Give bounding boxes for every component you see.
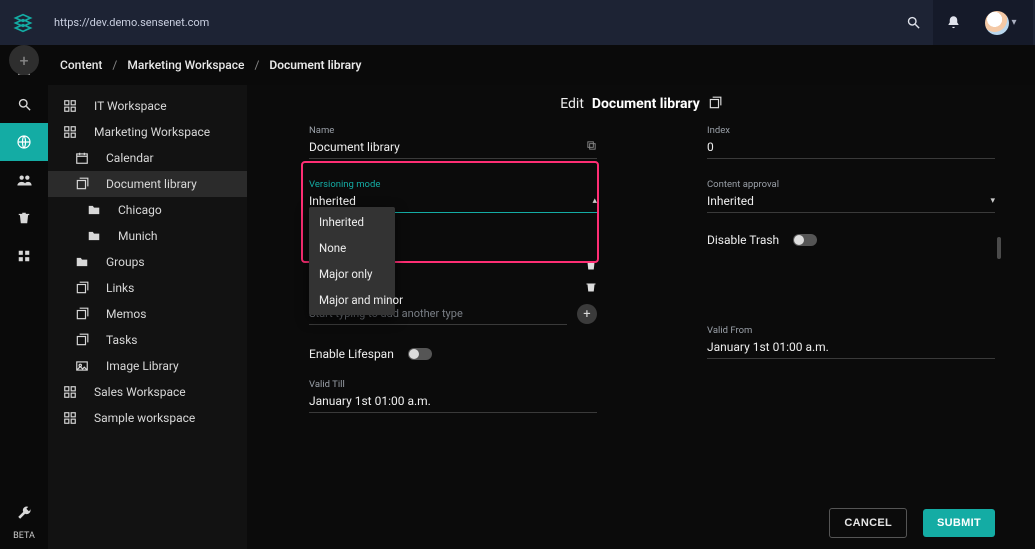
groups-rail[interactable] bbox=[0, 161, 48, 199]
field-name: Name Document library bbox=[309, 125, 597, 159]
folder-icon bbox=[74, 254, 90, 270]
field-valid-till: Valid Till January 1st 01:00 a.m. bbox=[309, 379, 597, 413]
tree-item-label: Chicago bbox=[118, 203, 162, 217]
valid-from-input[interactable]: January 1st 01:00 a.m. bbox=[707, 338, 995, 359]
tree-panel: IT Workspace Marketing Workspace Calendar D… bbox=[48, 85, 247, 549]
library-icon bbox=[74, 280, 90, 296]
library-icon bbox=[74, 332, 90, 348]
calendar-icon bbox=[74, 150, 90, 166]
disable-trash-toggle[interactable] bbox=[793, 234, 817, 246]
workspace-icon bbox=[62, 384, 78, 400]
enable-lifespan-toggle[interactable] bbox=[408, 348, 432, 360]
scrollbar-thumb[interactable] bbox=[997, 237, 1001, 259]
tree-item[interactable]: Image Library bbox=[48, 353, 247, 379]
opt-major-minor[interactable]: Major and minor bbox=[309, 287, 395, 313]
tree-item-label: Image Library bbox=[106, 359, 179, 373]
tree-item-label: Calendar bbox=[106, 151, 154, 165]
field-content-approval: Content approval Inherited ▾ bbox=[707, 179, 995, 213]
crumb-1[interactable]: Marketing Workspace bbox=[127, 58, 244, 72]
add-button[interactable]: + bbox=[9, 45, 39, 75]
content-panel: Edit Document library Name Document libr… bbox=[247, 85, 1035, 549]
image-icon bbox=[74, 358, 90, 374]
versioning-dropdown: Inherited None Major only Major and mino… bbox=[309, 207, 395, 315]
delete-icon[interactable] bbox=[585, 281, 597, 296]
add-type-button[interactable]: + bbox=[577, 304, 597, 324]
valid-till-input[interactable]: January 1st 01:00 a.m. bbox=[309, 392, 597, 413]
tree-item-label: Sales Workspace bbox=[94, 385, 186, 399]
settings-rail[interactable] bbox=[0, 493, 48, 531]
content-title: Edit Document library bbox=[247, 89, 1035, 119]
tree-item-label: Tasks bbox=[106, 333, 138, 347]
tree-item-label: Munich bbox=[118, 229, 158, 243]
opt-major[interactable]: Major only bbox=[309, 261, 395, 287]
tree-item[interactable]: Tasks bbox=[48, 327, 247, 353]
tree-item-label: Marketing Workspace bbox=[94, 125, 210, 139]
folder-icon bbox=[86, 202, 102, 218]
tree-item[interactable]: Groups bbox=[48, 249, 247, 275]
library-icon bbox=[74, 176, 90, 192]
chevron-down-icon: ▾ bbox=[990, 196, 995, 206]
tree-item[interactable]: Munich bbox=[48, 223, 247, 249]
workspace-icon bbox=[62, 410, 78, 426]
opt-none[interactable]: None bbox=[309, 235, 395, 261]
form-footer: CANCEL SUBMIT bbox=[247, 497, 1035, 549]
submit-button[interactable]: SUBMIT bbox=[923, 509, 995, 537]
apps-rail[interactable] bbox=[0, 237, 48, 275]
tree-item-label: IT Workspace bbox=[94, 99, 167, 113]
field-valid-from: Valid From January 1st 01:00 a.m. bbox=[707, 325, 995, 359]
workspace-icon bbox=[62, 98, 78, 114]
globe-rail[interactable] bbox=[0, 123, 48, 161]
tree-item-label: Document library bbox=[106, 177, 197, 191]
cancel-button[interactable]: CANCEL bbox=[829, 508, 907, 538]
beta-label: BETA bbox=[13, 531, 35, 541]
tree-item[interactable]: Chicago bbox=[48, 197, 247, 223]
field-index: Index 0 bbox=[707, 125, 995, 159]
url-text: https://dev.demo.sensenet.com bbox=[54, 16, 209, 29]
delete-icon[interactable] bbox=[585, 259, 597, 274]
field-versioning: Versioning mode Inherited ▴ Inherited No… bbox=[309, 179, 597, 213]
chevron-up-icon: ▴ bbox=[592, 196, 597, 206]
tree-item[interactable]: Memos bbox=[48, 301, 247, 327]
tree-item-label: Memos bbox=[106, 307, 146, 321]
avatar bbox=[985, 11, 1009, 35]
tree-item-label: Sample workspace bbox=[94, 411, 195, 425]
tree-item[interactable]: Links bbox=[48, 275, 247, 301]
disable-trash-row: Disable Trash bbox=[707, 233, 995, 247]
tree-item[interactable]: Document library bbox=[48, 171, 247, 197]
trash-rail[interactable] bbox=[0, 199, 48, 237]
tree-item[interactable]: Sample workspace bbox=[48, 405, 247, 431]
opt-inherited[interactable]: Inherited bbox=[309, 209, 395, 235]
name-input[interactable]: Document library bbox=[309, 138, 597, 159]
tree-item[interactable]: Calendar bbox=[48, 145, 247, 171]
crumb-0[interactable]: Content bbox=[60, 58, 102, 72]
chevron-down-icon: ▾ bbox=[1011, 17, 1016, 28]
tree-item[interactable]: IT Workspace bbox=[48, 93, 247, 119]
content-approval-select[interactable]: Inherited ▾ bbox=[707, 192, 995, 213]
tree-item-label: Links bbox=[106, 281, 134, 295]
enable-lifespan-row: Enable Lifespan bbox=[309, 347, 597, 361]
crumb-2[interactable]: Document library bbox=[269, 58, 361, 72]
library-icon bbox=[708, 95, 722, 114]
tree-item[interactable]: Sales Workspace bbox=[48, 379, 247, 405]
search-icon[interactable] bbox=[893, 0, 933, 45]
topbar: https://dev.demo.sensenet.com ▾ bbox=[0, 0, 1035, 45]
search-rail[interactable] bbox=[0, 85, 48, 123]
tree-item-label: Groups bbox=[106, 255, 145, 269]
workspace-icon bbox=[62, 124, 78, 140]
breadcrumb: Content / Marketing Workspace / Document… bbox=[0, 45, 1035, 85]
logo[interactable] bbox=[0, 0, 46, 45]
folder-icon bbox=[86, 228, 102, 244]
copy-icon[interactable] bbox=[586, 140, 597, 154]
notifications-icon[interactable] bbox=[933, 0, 973, 45]
user-menu[interactable]: ▾ bbox=[973, 0, 1033, 45]
left-rail: + BETA bbox=[0, 85, 48, 549]
tree-item[interactable]: Marketing Workspace bbox=[48, 119, 247, 145]
library-icon bbox=[74, 306, 90, 322]
index-input[interactable]: 0 bbox=[707, 138, 995, 159]
